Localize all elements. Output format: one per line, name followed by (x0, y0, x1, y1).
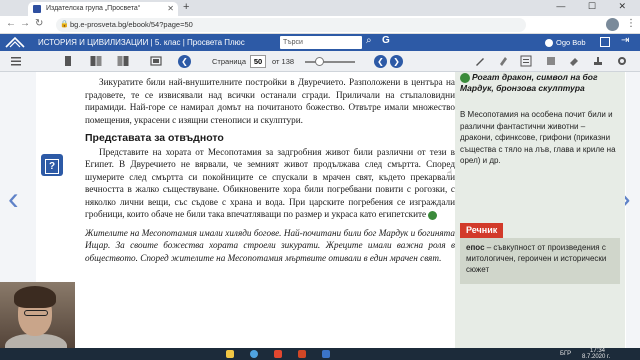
reader-toolbar: ❮ Страница 50 от 138 ❮ ❯ (0, 51, 640, 72)
main-text-column: Зикуратите били най-внушителните построй… (85, 76, 455, 264)
file-explorer-icon[interactable] (226, 350, 234, 358)
address-bar: ← → ↻ 🔒 bg.e-prosveta.bg/ebook/54?page=5… (0, 16, 640, 34)
page-slider-handle[interactable] (315, 57, 324, 66)
two-page-icon[interactable] (90, 55, 102, 67)
windows-taskbar: БГР 17:34 8.7.2020 г. (0, 348, 640, 360)
opera-icon[interactable] (274, 350, 282, 358)
sidebar-text: В Месопотамия на особена почит били и ра… (460, 110, 616, 165)
text-note-icon[interactable] (520, 55, 532, 67)
user-account[interactable]: Ogo Bob (545, 34, 586, 51)
app-icon[interactable] (322, 350, 330, 358)
paragraph-afterlife: Представите на хората от Месопотамия за … (85, 146, 455, 221)
powerpoint-icon[interactable] (298, 350, 306, 358)
fit-width-icon[interactable] (150, 55, 162, 67)
section-heading: Представата за отвъдното (85, 132, 224, 144)
prosveta-logo-icon (5, 36, 25, 48)
mouse-cursor-icon: ☝ (447, 168, 453, 178)
user-icon (545, 39, 553, 48)
page-slider-track[interactable] (305, 61, 355, 63)
caption-text: Рогат дракон, символ на бог Мардук, брон… (460, 72, 598, 93)
new-tab-button[interactable]: + (183, 1, 189, 13)
next-page-button[interactable]: ❯ (390, 55, 403, 68)
tab-title: Издателска група „Просвета“ (46, 5, 141, 12)
chrome-icon[interactable] (250, 350, 258, 358)
browser-tab[interactable]: Издателска група „Просвета“ ✕ (28, 2, 178, 16)
browser-tab-bar: Издателска група „Просвета“ ✕ + — ☐ ✕ (0, 0, 640, 16)
summary-italic: Жителите на Месопотамия имали хиляди бог… (85, 227, 455, 263)
sidebar-panel: Рогат дракон, символ на бог Мардук, брон… (455, 72, 625, 348)
forward-button[interactable]: → (20, 18, 30, 29)
clock-date[interactable]: 8.7.2020 г. (582, 354, 610, 360)
language-indicator[interactable]: БГР (560, 348, 571, 360)
figure-reference-badge[interactable]: 4 (428, 211, 446, 220)
tab-close-icon[interactable]: ✕ (167, 2, 174, 16)
settings-icon[interactable] (616, 55, 628, 67)
caption-badge-icon (460, 72, 470, 83)
fullscreen-icon[interactable] (600, 37, 610, 47)
page-total: от 138 (272, 57, 295, 66)
window-controls[interactable]: — ☐ ✕ (556, 1, 636, 12)
app-header: ИСТОРИЯ И ЦИВИЛИЗАЦИИ | 5. клас | Просве… (0, 34, 640, 51)
profile-avatar-icon[interactable] (606, 18, 619, 31)
back-button[interactable]: ← (6, 18, 16, 29)
reload-button[interactable]: ↻ (35, 18, 43, 29)
dictionary-title: Речник (460, 223, 504, 238)
stamp-icon[interactable] (592, 55, 604, 67)
dictionary-definition: – съвкупност от произведения с митологич… (466, 243, 607, 274)
exit-icon[interactable]: ⇥ (621, 35, 629, 46)
webcam-person-hair (14, 286, 56, 308)
highlighter-icon[interactable] (497, 55, 509, 67)
google-search-button[interactable]: G (382, 35, 390, 46)
menu-list-icon[interactable] (10, 55, 22, 67)
single-page-icon[interactable] (62, 55, 74, 67)
search-icon[interactable]: ⌕ (366, 35, 372, 46)
eraser-icon[interactable] (568, 55, 580, 67)
webcam-glasses (24, 310, 48, 316)
dictionary-entry: епос – съвкупност от произведения с мито… (460, 238, 620, 284)
previous-page-arrow-icon[interactable]: ‹ (8, 180, 19, 217)
dictionary-term: епос (466, 243, 485, 252)
paragraph-afterlife-text: Представите на хората от Месопотамия за … (85, 146, 455, 220)
browser-menu-icon[interactable]: ⋮ (626, 18, 636, 29)
book-title: ИСТОРИЯ И ЦИВИЛИЗАЦИИ | 5. клас | Просве… (38, 38, 245, 47)
question-icon[interactable]: ? (41, 154, 63, 176)
thumbnails-icon[interactable] (117, 55, 129, 67)
page-number-input[interactable]: 50 (250, 55, 266, 68)
url-text: bg.e-prosveta.bg/ebook/54?page=50 (70, 20, 193, 29)
pen-icon[interactable] (474, 55, 486, 67)
page-label: Страница (212, 57, 246, 66)
prev-page-button[interactable]: ❮ (374, 55, 387, 68)
user-name: Ogo Bob (556, 38, 586, 47)
url-input[interactable]: 🔒 bg.e-prosveta.bg/ebook/54?page=50 (56, 18, 526, 32)
shape-icon[interactable] (545, 55, 557, 67)
site-favicon-icon (33, 5, 41, 13)
image-caption: Рогат дракон, символ на бог Мардук, брон… (460, 72, 620, 93)
first-page-button[interactable]: ❮ (178, 55, 191, 68)
paragraph-ziggurats: Зикуратите били най-внушителните построй… (85, 77, 455, 125)
lock-icon: 🔒 (60, 21, 69, 28)
search-input[interactable]: Търси (280, 36, 362, 49)
